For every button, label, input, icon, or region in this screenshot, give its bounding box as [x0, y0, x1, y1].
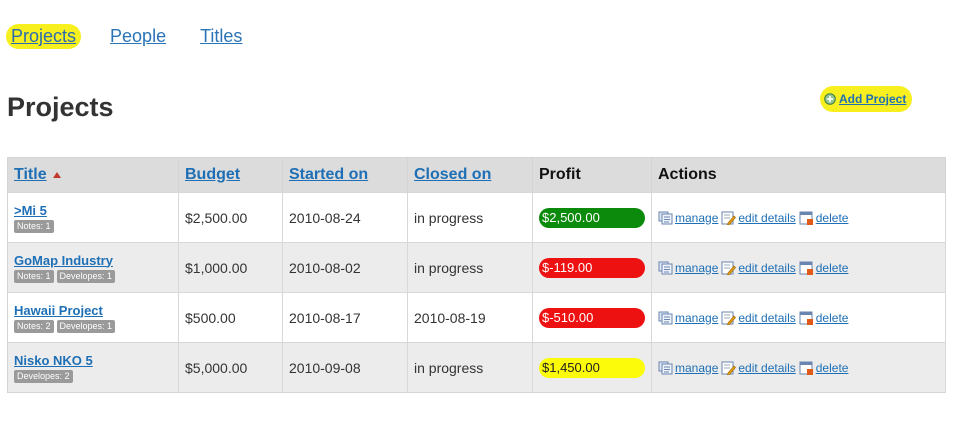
table-row: GoMap Industry Notes: 1 Developes: 1 $1,0… — [7, 242, 946, 293]
cell-budget: $500.00 — [178, 292, 283, 343]
col-actions-header: Actions — [651, 157, 946, 193]
cell-budget: $1,000.00 — [178, 242, 283, 293]
cell-closed-on: in progress — [407, 242, 533, 293]
edit-icon — [721, 361, 737, 375]
table-row: >Mi 5 Notes: 1 $2,500.00 2010-08-24 in p… — [7, 192, 946, 243]
badge-group: Developes: 2 — [14, 369, 172, 383]
manage-icon — [658, 361, 673, 375]
cell-actions: manage edit details delete — [651, 242, 946, 293]
manage-link[interactable]: manage — [675, 261, 718, 275]
count-badge: Notes: 2 — [14, 319, 54, 333]
count-badge: Notes: 1 — [14, 269, 54, 283]
cell-title: Nisko NKO 5 Developes: 2 — [7, 342, 179, 393]
profit-pill: $1,450.00 — [539, 357, 645, 378]
sort-closed-link[interactable]: Closed on — [414, 166, 491, 183]
cell-profit: $1,450.00 — [532, 342, 652, 393]
add-project-link[interactable]: Add Project — [839, 92, 906, 106]
profit-pill: $-510.00 — [539, 307, 645, 328]
delete-icon — [799, 311, 814, 325]
col-profit-header: Profit — [532, 157, 652, 193]
badge-group: Notes: 1 Developes: 1 — [14, 269, 172, 283]
cell-title: Hawaii Project Notes: 2 Developes: 1 — [7, 292, 179, 343]
edit-details-link[interactable]: edit details — [738, 361, 795, 375]
cell-started-on: 2010-08-02 — [282, 242, 408, 293]
row-actions: manage edit details delete — [658, 361, 939, 375]
delete-icon — [799, 261, 814, 275]
badge-group: Notes: 1 — [14, 219, 172, 233]
count-badge: Developes: 1 — [56, 319, 116, 333]
cell-actions: manage edit details delete — [651, 292, 946, 343]
sort-title-link[interactable]: Title — [14, 166, 47, 183]
manage-icon — [658, 261, 673, 275]
cell-profit: $2,500.00 — [532, 192, 652, 243]
cell-closed-on: 2010-08-19 — [407, 292, 533, 343]
cell-title: GoMap Industry Notes: 1 Developes: 1 — [7, 242, 179, 293]
edit-details-link[interactable]: edit details — [738, 311, 795, 325]
col-started-header: Started on — [282, 157, 408, 193]
project-link[interactable]: >Mi 5 — [14, 203, 172, 218]
manage-icon — [658, 211, 673, 225]
cell-started-on: 2010-09-08 — [282, 342, 408, 393]
sort-asc-icon — [52, 171, 61, 178]
cell-started-on: 2010-08-17 — [282, 292, 408, 343]
count-badge: Developes: 1 — [56, 269, 116, 283]
col-closed-header: Closed on — [407, 157, 533, 193]
row-actions: manage edit details delete — [658, 261, 939, 275]
table-header-row: Title Budget Started on Closed on Profit… — [7, 157, 946, 193]
cell-closed-on: in progress — [407, 342, 533, 393]
delete-icon — [799, 211, 814, 225]
table-row: Nisko NKO 5 Developes: 2 $5,000.00 2010-… — [7, 342, 946, 393]
edit-details-link[interactable]: edit details — [738, 211, 795, 225]
nav-projects-link[interactable]: Projects — [6, 24, 82, 49]
profit-pill: $2,500.00 — [539, 207, 645, 228]
sort-budget-link[interactable]: Budget — [185, 166, 240, 183]
add-circle-icon — [824, 93, 836, 105]
table-row: Hawaii Project Notes: 2 Developes: 1 $500… — [7, 292, 946, 343]
page-title: Projects — [7, 92, 114, 122]
manage-link[interactable]: manage — [675, 211, 718, 225]
count-badge: Developes: 2 — [14, 369, 73, 383]
row-actions: manage edit details delete — [658, 211, 939, 225]
delete-icon — [799, 361, 814, 375]
manage-link[interactable]: manage — [675, 311, 718, 325]
delete-link[interactable]: delete — [816, 361, 849, 375]
edit-icon — [721, 261, 737, 275]
edit-icon — [721, 211, 737, 225]
badge-group: Notes: 2 Developes: 1 — [14, 319, 172, 333]
top-nav: Projects People Titles — [6, 24, 271, 49]
profit-pill: $-119.00 — [539, 257, 645, 278]
delete-link[interactable]: delete — [816, 261, 849, 275]
cell-profit: $-510.00 — [532, 292, 652, 343]
project-link[interactable]: Hawaii Project — [14, 303, 172, 318]
project-link[interactable]: Nisko NKO 5 — [14, 353, 172, 368]
delete-link[interactable]: delete — [816, 211, 849, 225]
delete-link[interactable]: delete — [816, 311, 849, 325]
sort-started-link[interactable]: Started on — [289, 166, 368, 183]
manage-icon — [658, 311, 673, 325]
cell-budget: $5,000.00 — [178, 342, 283, 393]
cell-actions: manage edit details delete — [651, 192, 946, 243]
col-title-header: Title — [7, 157, 179, 193]
col-budget-header: Budget — [178, 157, 283, 193]
nav-people-link[interactable]: People — [105, 24, 171, 49]
projects-table: Title Budget Started on Closed on Profit… — [7, 157, 946, 393]
edit-details-link[interactable]: edit details — [738, 261, 795, 275]
add-project-button[interactable]: Add Project — [820, 86, 913, 112]
row-actions: manage edit details delete — [658, 311, 939, 325]
cell-profit: $-119.00 — [532, 242, 652, 293]
manage-link[interactable]: manage — [675, 361, 718, 375]
cell-actions: manage edit details delete — [651, 342, 946, 393]
cell-title: >Mi 5 Notes: 1 — [7, 192, 179, 243]
count-badge: Notes: 1 — [14, 219, 54, 233]
nav-titles-link[interactable]: Titles — [195, 24, 247, 49]
cell-closed-on: in progress — [407, 192, 533, 243]
cell-started-on: 2010-08-24 — [282, 192, 408, 243]
edit-icon — [721, 311, 737, 325]
project-link[interactable]: GoMap Industry — [14, 253, 172, 268]
cell-budget: $2,500.00 — [178, 192, 283, 243]
